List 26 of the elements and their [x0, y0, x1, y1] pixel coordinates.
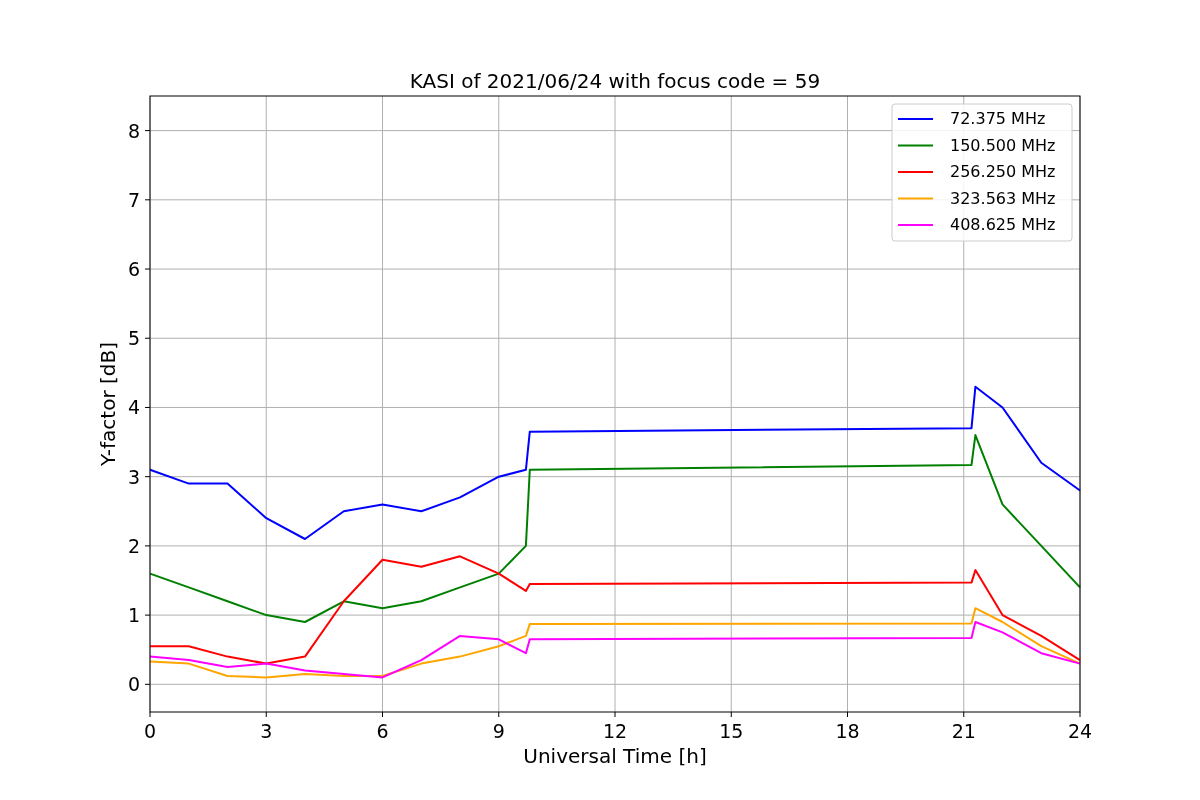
chart-title: KASI of 2021/06/24 with focus code = 59	[409, 69, 821, 93]
legend-label: 256.250 MHz	[950, 162, 1056, 181]
tick-label: 2	[127, 534, 140, 557]
tick-label: 9	[492, 720, 505, 742]
tick-label: 4	[127, 396, 140, 419]
tick-label: 12	[602, 720, 628, 742]
tick-label: 5	[127, 327, 140, 350]
legend-label: 150.500 MHz	[950, 135, 1056, 155]
tick-label: 21	[951, 720, 976, 742]
tick-label: 3	[260, 720, 273, 742]
legend-label: 408.625 MHz	[950, 215, 1056, 234]
axis-label: Y-factor [dB]	[96, 342, 120, 466]
tick-label: 0	[127, 673, 140, 696]
tick-label: 24	[1067, 720, 1093, 742]
tick-label: 8	[127, 119, 140, 142]
tick-label: 18	[835, 720, 860, 742]
tick-label: 15	[719, 720, 744, 742]
tick-label: 7	[127, 188, 140, 211]
tick-label: 3	[127, 465, 140, 488]
tick-label: 0	[143, 720, 157, 742]
tick-label: 6	[376, 720, 389, 742]
axis-label: Universal Time [h]	[523, 744, 707, 768]
legend-label: 323.563 MHz	[950, 188, 1056, 208]
legend-label: 72.375 MHz	[950, 109, 1046, 128]
tick-label: 1	[127, 604, 140, 627]
tick-label: 6	[127, 258, 140, 281]
